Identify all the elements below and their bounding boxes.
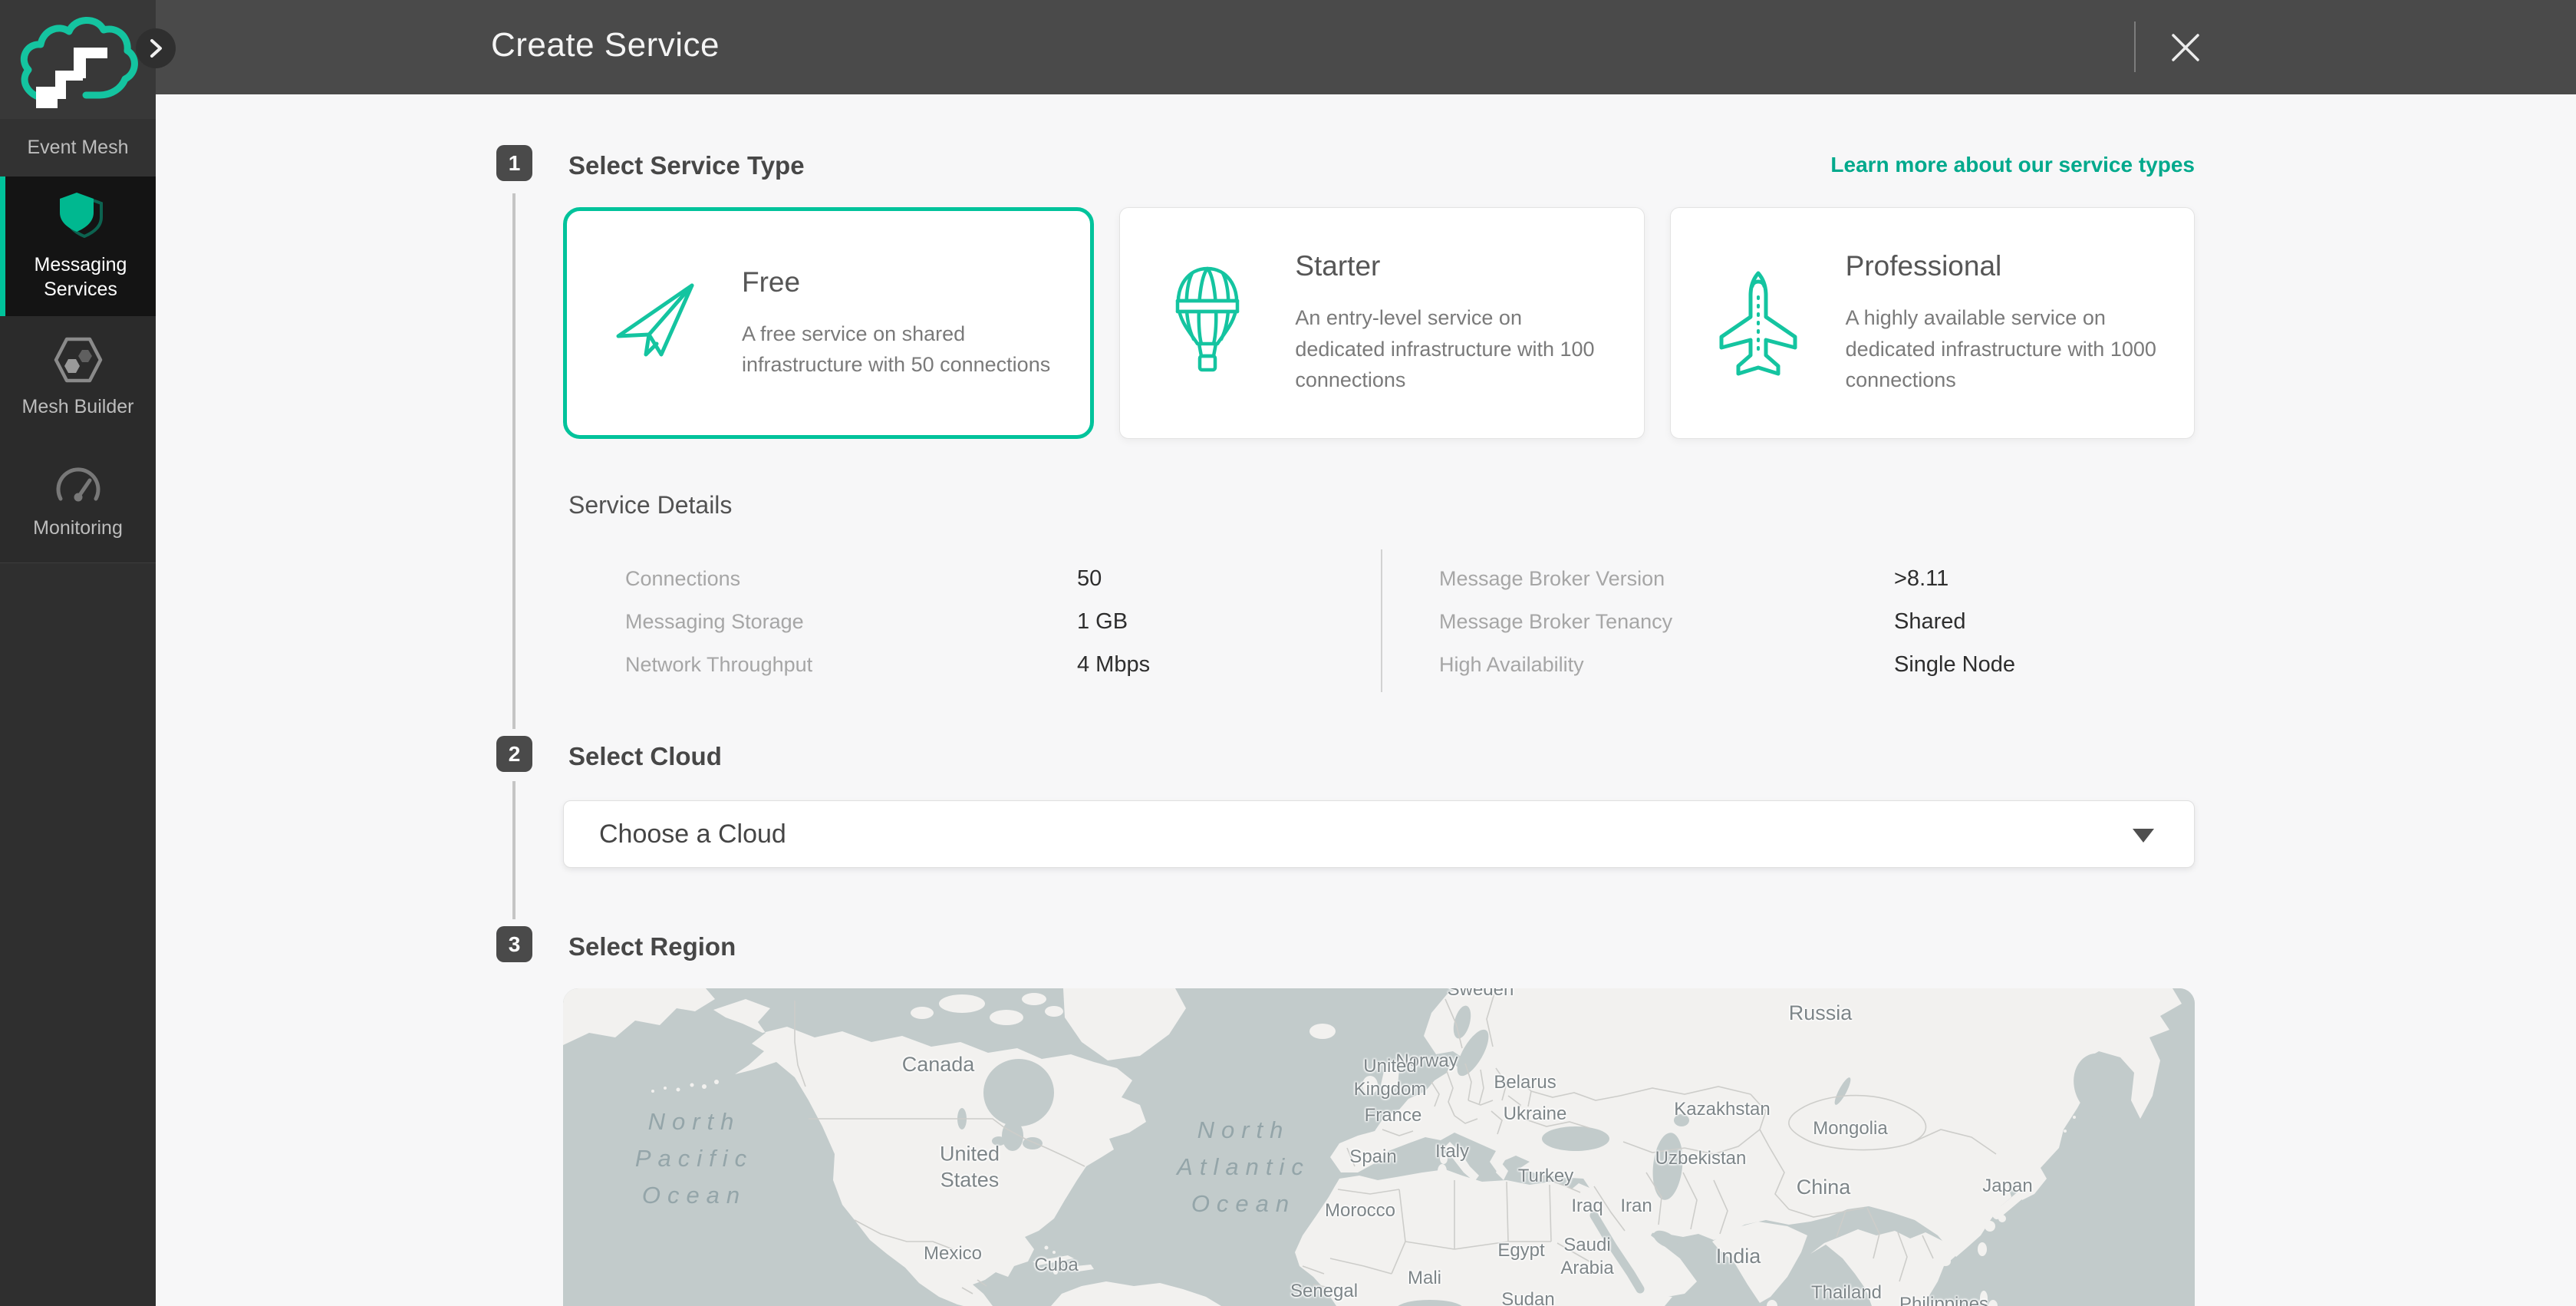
airplane-icon xyxy=(1714,269,1803,377)
sidebar-footer: ? xyxy=(0,562,156,1306)
cloud-logo-icon xyxy=(0,0,156,119)
country-label: Turkey xyxy=(1518,1165,1573,1188)
country-label: Mali xyxy=(1408,1267,1441,1290)
country-label: Japan xyxy=(1982,1175,2032,1198)
country-label: Sudan xyxy=(1501,1288,1554,1306)
sidebar-item-label: Event Mesh xyxy=(27,135,128,160)
service-type-card-free[interactable]: Free A free service on shared infrastruc… xyxy=(563,207,1094,439)
sidebar-item-label: Monitoring xyxy=(33,516,123,541)
country-label: Mexico xyxy=(924,1242,982,1265)
service-type-card-professional[interactable]: Professional A highly available service … xyxy=(1670,207,2195,439)
detail-row: High Availability Single Node xyxy=(1439,643,2015,686)
service-type-card-starter[interactable]: Starter An entry-level service on dedica… xyxy=(1119,207,1644,439)
service-type-description: A highly available service on dedicated … xyxy=(1846,302,2163,396)
country-label: India xyxy=(1716,1244,1761,1270)
country-label: Thailand xyxy=(1811,1281,1882,1304)
country-label: France xyxy=(1365,1104,1422,1127)
caret-down-icon xyxy=(2133,829,2154,843)
step-3-badge: 3 xyxy=(496,926,532,962)
detail-row: Messaging Storage 1 GB xyxy=(625,600,1150,643)
create-service-screen: Create Service Event Mesh Mess xyxy=(0,0,2576,1306)
header: Create Service xyxy=(156,0,2576,94)
country-label: Morocco xyxy=(1325,1199,1395,1222)
ocean-label: North Pacific Ocean xyxy=(635,1103,753,1214)
step-connector xyxy=(512,193,516,729)
sidebar-item-monitoring[interactable]: Monitoring xyxy=(0,439,156,562)
detail-row: Message Broker Tenancy Shared xyxy=(1439,600,2015,643)
service-type-description: A free service on shared infrastructure … xyxy=(742,318,1059,381)
country-label: China xyxy=(1797,1175,1851,1201)
product-logo[interactable] xyxy=(0,0,156,119)
step-2-title: Select Cloud xyxy=(568,742,722,771)
country-label: Sweden xyxy=(1448,988,1514,1001)
country-label: Kazakhstan xyxy=(1674,1098,1770,1121)
step-2-badge: 2 xyxy=(496,736,532,772)
service-type-description: An entry-level service on dedicated infr… xyxy=(1295,302,1612,396)
step-1-badge: 1 xyxy=(496,145,532,181)
service-details-left-column: Connections 50 Messaging Storage 1 GB Ne… xyxy=(625,557,1150,686)
country-label: United Kingdom xyxy=(1354,1055,1427,1101)
detail-row: Network Throughput 4 Mbps xyxy=(625,643,1150,686)
paper-plane-icon xyxy=(612,281,697,365)
shield-icon xyxy=(55,191,106,242)
country-label: Belarus xyxy=(1494,1071,1556,1094)
detail-row: Connections 50 xyxy=(625,557,1150,600)
ocean-label: North Atlantic Ocean xyxy=(1177,1112,1310,1222)
sidebar-expand-button[interactable] xyxy=(136,28,176,68)
service-type-cards: Free A free service on shared infrastruc… xyxy=(563,207,2195,439)
step-1-title: Select Service Type xyxy=(568,151,805,180)
page-title: Create Service xyxy=(491,26,720,64)
close-icon xyxy=(2166,28,2205,68)
sidebar-item-event-mesh[interactable]: Event Mesh xyxy=(0,119,156,176)
gauge-icon xyxy=(53,460,104,505)
cloud-select[interactable]: Choose a Cloud xyxy=(563,800,2195,868)
country-label: Saudi Arabia xyxy=(1560,1234,1613,1280)
cloud-select-value: Choose a Cloud xyxy=(599,820,786,849)
service-type-name: Professional xyxy=(1846,250,2163,282)
chevron-right-icon xyxy=(148,37,163,60)
sidebar-item-label: Messaging Services xyxy=(23,252,138,302)
sidebar-item-messaging-services[interactable]: Messaging Services xyxy=(0,176,156,316)
country-label: Senegal xyxy=(1290,1280,1358,1303)
header-divider xyxy=(2134,21,2136,72)
country-label: Mongolia xyxy=(1813,1117,1887,1140)
sidebar-item-mesh-builder[interactable]: Mesh Builder xyxy=(0,316,156,439)
country-label: Iraq xyxy=(1571,1195,1603,1218)
hot-air-balloon-icon xyxy=(1171,265,1244,381)
country-label: Italy xyxy=(1435,1140,1469,1163)
sidebar-item-label: Mesh Builder xyxy=(22,394,134,420)
country-label: Uzbekistan xyxy=(1655,1147,1747,1170)
map-labels-layer: North Pacific Ocean North Atlantic Ocean R… xyxy=(563,988,2195,1306)
country-label: Cuba xyxy=(1034,1254,1078,1277)
step-connector xyxy=(512,781,516,919)
service-type-name: Free xyxy=(742,266,1059,298)
service-type-name: Starter xyxy=(1295,250,1612,282)
detail-row: Message Broker Version >8.11 xyxy=(1439,557,2015,600)
sidebar: Event Mesh Messaging Services Mesh Build… xyxy=(0,0,156,1306)
country-label: Norway xyxy=(1395,1050,1458,1073)
country-label: Philippines xyxy=(1899,1293,1988,1306)
country-label: Ukraine xyxy=(1504,1103,1567,1126)
step-3-title: Select Region xyxy=(568,932,736,961)
country-label: Iran xyxy=(1620,1195,1652,1218)
service-details-right-column: Message Broker Version >8.11 Message Bro… xyxy=(1439,557,2015,686)
country-label: United States xyxy=(940,1141,1000,1193)
hexagon-icon xyxy=(53,336,104,384)
learn-more-link[interactable]: Learn more about our service types xyxy=(1830,153,2195,177)
details-column-divider xyxy=(1381,549,1382,692)
region-map[interactable]: North Pacific Ocean North Atlantic Ocean R… xyxy=(563,988,2195,1306)
service-details-title: Service Details xyxy=(568,491,732,519)
country-label: Egypt xyxy=(1497,1239,1544,1262)
country-label: Spain xyxy=(1349,1146,1396,1169)
country-label: Canada xyxy=(902,1052,975,1078)
close-button[interactable] xyxy=(2166,28,2205,68)
country-label: Russia xyxy=(1789,1001,1853,1027)
